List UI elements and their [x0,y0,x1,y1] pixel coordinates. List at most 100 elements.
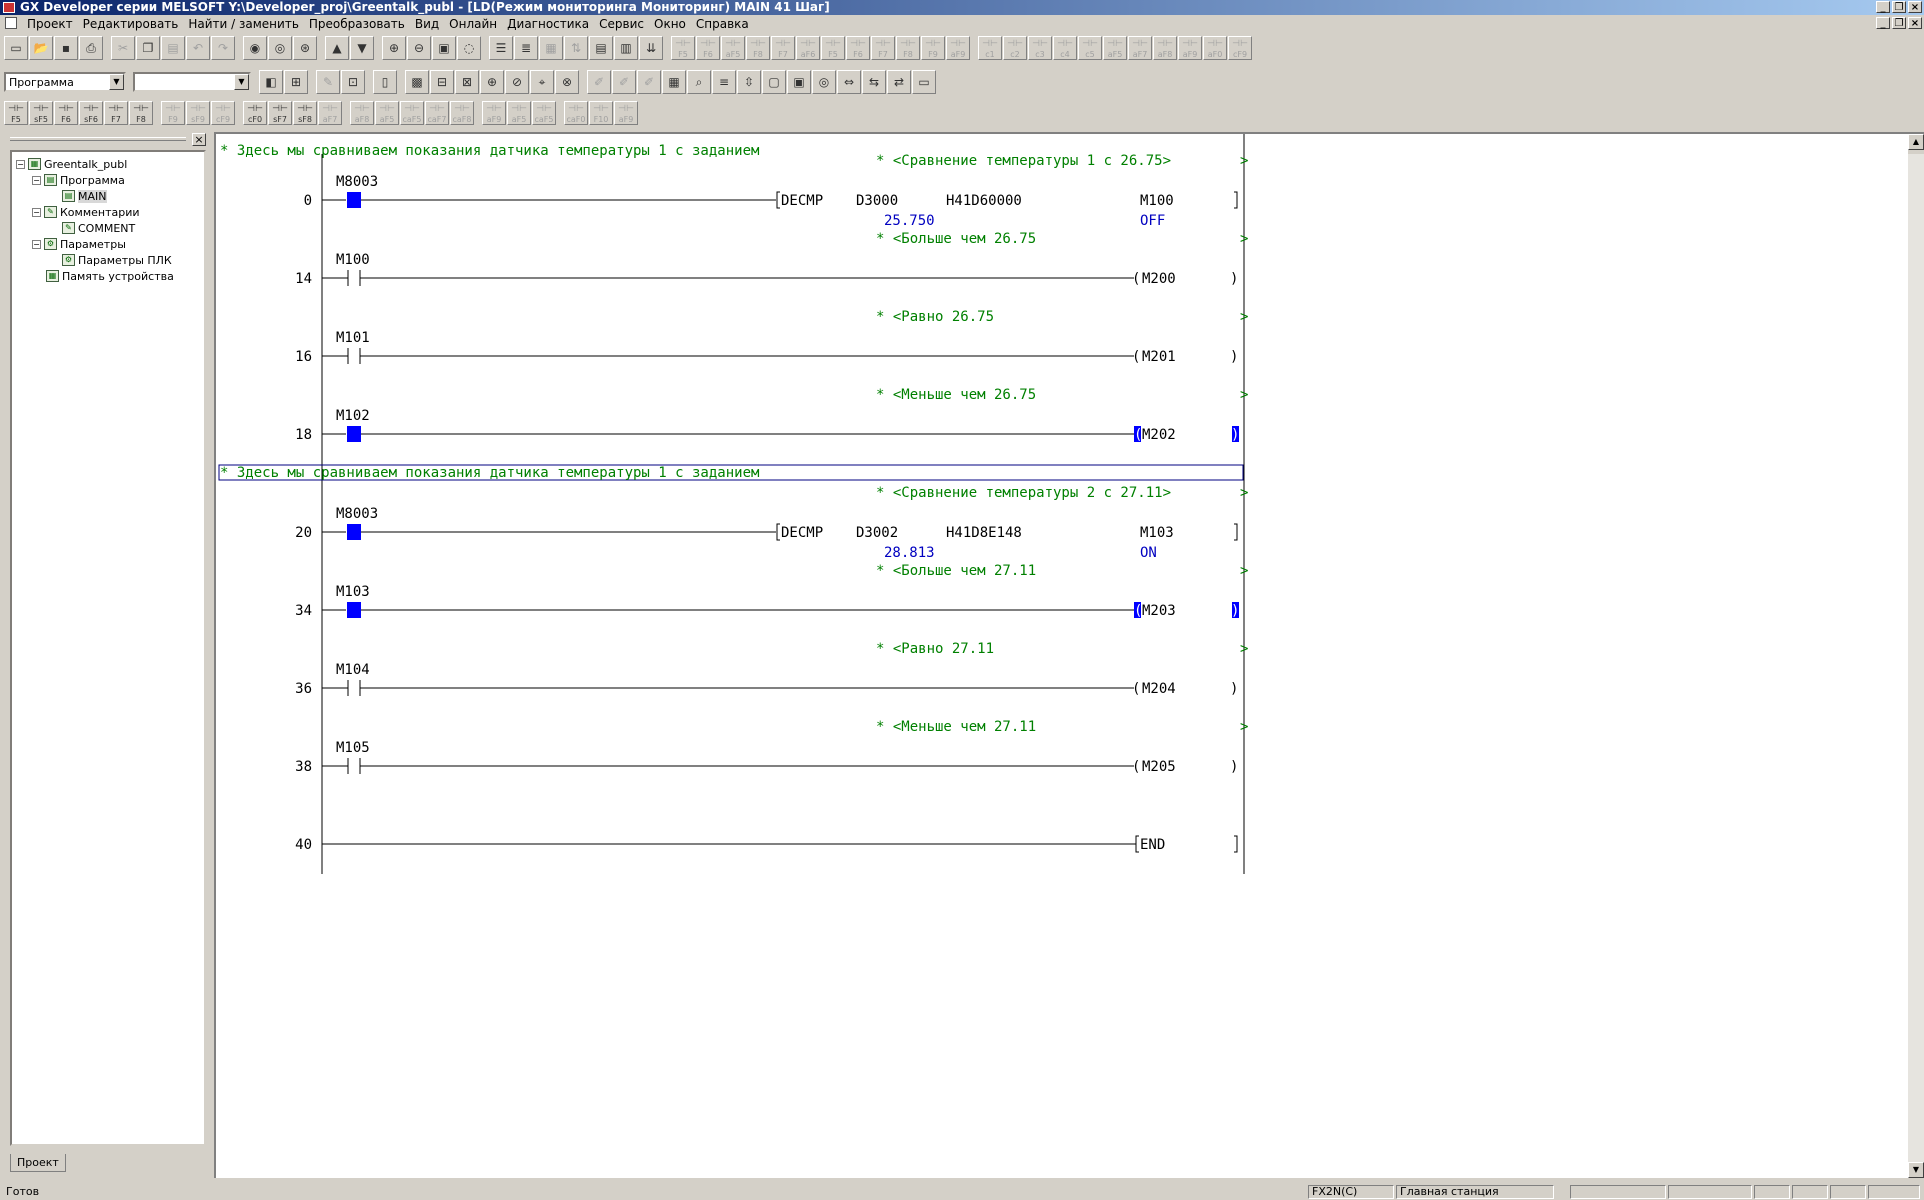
tree-root[interactable]: − ▦ Greentalk_publ [16,156,127,172]
align3-icon[interactable]: ⇄ [887,70,911,94]
tb3key-6-icon[interactable]: ⊣⊢ F9 [161,101,185,125]
monitor-stop-icon[interactable]: ◌ [457,36,481,60]
step-icon[interactable]: ⇳ [737,70,761,94]
device-batch-icon[interactable]: ⇅ [564,36,588,60]
align2-icon[interactable]: ⇆ [862,70,886,94]
chevron-down-icon[interactable]: ▼ [109,74,124,90]
device-list-icon[interactable]: ▤ [589,36,613,60]
tb3key-14-icon[interactable]: ⊣⊢ aF5 [375,101,399,125]
tb3key-16-icon[interactable]: ⊣⊢ caF7 [425,101,449,125]
tb3key-19-icon[interactable]: ⊣⊢ aF5 [507,101,531,125]
monitor-icon[interactable]: ▣ [432,36,456,60]
tb3key-12-icon[interactable]: ⊣⊢ aF7 [318,101,342,125]
batch-monitor-icon[interactable]: ⊠ [455,70,479,94]
menu-convert[interactable]: Преобразовать [304,17,410,31]
tb3key-5-icon[interactable]: ⊣⊢ F8 [129,101,153,125]
chevron-down-icon[interactable]: ▼ [234,74,249,90]
scope-icon[interactable]: ◎ [812,70,836,94]
new-icon[interactable]: ▭ [4,36,28,60]
minimize-button[interactable]: _ [1876,1,1890,13]
device-use-icon[interactable]: ⇊ [639,36,663,60]
tb1key-4-icon[interactable]: ⊣⊢ F7 [771,36,795,60]
screen-icon[interactable]: ▭ [912,70,936,94]
tb3key-7-icon[interactable]: ⊣⊢ sF9 [186,101,210,125]
close-icon[interactable]: × [192,133,206,146]
tree-comments[interactable]: − ✎ Комментарии [32,204,140,220]
trace-icon[interactable]: ⌖ [530,70,554,94]
write-mode-icon[interactable]: ✎ [316,70,340,94]
doc-minimize-button[interactable]: _ [1876,17,1890,29]
scroll-down-icon[interactable]: ▼ [1908,1162,1924,1178]
menu-window[interactable]: Окно [649,17,691,31]
menu-view[interactable]: Вид [410,17,444,31]
tb1key-15-icon[interactable]: ⊣⊢ c4 [1053,36,1077,60]
edit2-icon[interactable]: ✐ [612,70,636,94]
zoom-in-icon[interactable]: ⊕ [382,36,406,60]
tb1key-2-icon[interactable]: ⊣⊢ aF5 [721,36,745,60]
find-string-icon[interactable]: ⊛ [293,36,317,60]
tb3key-1-icon[interactable]: ⊣⊢ sF5 [29,101,53,125]
doc-restore-button[interactable]: ❐ [1892,17,1906,29]
tb3key-17-icon[interactable]: ⊣⊢ caF8 [450,101,474,125]
tb3key-22-icon[interactable]: ⊣⊢ F10 [589,101,613,125]
zoom-out-icon[interactable]: ⊖ [407,36,431,60]
tb3key-20-icon[interactable]: ⊣⊢ caF5 [532,101,556,125]
read-mode-icon[interactable]: ◧ [259,70,283,94]
entry-monitor-icon[interactable]: ⊕ [480,70,504,94]
tb1key-1-icon[interactable]: ⊣⊢ F6 [696,36,720,60]
menu-diagnostics[interactable]: Диагностика [502,17,594,31]
list-icon[interactable]: ≣ [514,36,538,60]
menu-edit[interactable]: Редактировать [78,17,184,31]
sfc-icon[interactable]: ▦ [539,36,563,60]
edit-icon[interactable]: ✐ [587,70,611,94]
ladder-icon[interactable]: ☰ [489,36,513,60]
parameter-icon[interactable]: ▩ [405,70,429,94]
align-icon[interactable]: ⇔ [837,70,861,94]
tb1key-9-icon[interactable]: ⊣⊢ F8 [896,36,920,60]
tb1key-13-icon[interactable]: ⊣⊢ c2 [1003,36,1027,60]
tb3key-9-icon[interactable]: ⊣⊢ cF0 [243,101,267,125]
tree-comment[interactable]: ✎ COMMENT [62,220,135,236]
cross-ref-icon[interactable]: ▥ [614,36,638,60]
tb3key-3-icon[interactable]: ⊣⊢ sF6 [79,101,103,125]
restore-button[interactable]: ❐ [1892,1,1906,13]
tb1key-21-icon[interactable]: ⊣⊢ aF0 [1203,36,1227,60]
tree-parameters[interactable]: − ⚙ Параметры [32,236,126,252]
menu-online[interactable]: Онлайн [444,17,502,31]
print-icon[interactable]: ⎙ [79,36,103,60]
tb1key-16-icon[interactable]: ⊣⊢ c5 [1078,36,1102,60]
menu-find-replace[interactable]: Найти / заменить [183,17,304,31]
document-icon[interactable] [5,17,17,29]
monitor-write-icon[interactable]: ⊡ [341,70,365,94]
tb1key-14-icon[interactable]: ⊣⊢ c3 [1028,36,1052,60]
stop-monitor-icon[interactable]: ⊗ [555,70,579,94]
tb1key-10-icon[interactable]: ⊣⊢ F9 [921,36,945,60]
device-test-icon[interactable]: ⊘ [505,70,529,94]
vertical-scrollbar[interactable]: ▲ ▼ [1908,134,1924,1178]
menu-tools[interactable]: Сервис [594,17,649,31]
data-type-combo[interactable]: Программа ▼ [4,72,126,92]
tb1key-12-icon[interactable]: ⊣⊢ c1 [978,36,1002,60]
undo-icon[interactable]: ↶ [186,36,210,60]
tree-device-memory[interactable]: ▦ Память устройства [46,268,174,284]
comment-icon[interactable]: ▯ [373,70,397,94]
tb1key-8-icon[interactable]: ⊣⊢ F7 [871,36,895,60]
tb3key-13-icon[interactable]: ⊣⊢ aF8 [350,101,374,125]
window-icon[interactable]: ▢ [762,70,786,94]
plc-read-icon[interactable]: ▼ [350,36,374,60]
paste-icon[interactable]: ▤ [161,36,185,60]
menu-help[interactable]: Справка [691,17,754,31]
tb3key-2-icon[interactable]: ⊣⊢ F6 [54,101,78,125]
find-device-icon[interactable]: ◉ [243,36,267,60]
tb3key-4-icon[interactable]: ⊣⊢ F7 [104,101,128,125]
tb3key-21-icon[interactable]: ⊣⊢ caF0 [564,101,588,125]
tab-project[interactable]: Проект [10,1154,66,1172]
tb1key-0-icon[interactable]: ⊣⊢ F5 [671,36,695,60]
scroll-up-icon[interactable]: ▲ [1908,134,1924,150]
tb1key-5-icon[interactable]: ⊣⊢ aF6 [796,36,820,60]
tb1key-22-icon[interactable]: ⊣⊢ cF9 [1228,36,1252,60]
redo-icon[interactable]: ↷ [211,36,235,60]
tb3key-8-icon[interactable]: ⊣⊢ cF9 [211,101,235,125]
tree-main[interactable]: ▤ MAIN [62,188,107,204]
tb3key-10-icon[interactable]: ⊣⊢ sF7 [268,101,292,125]
